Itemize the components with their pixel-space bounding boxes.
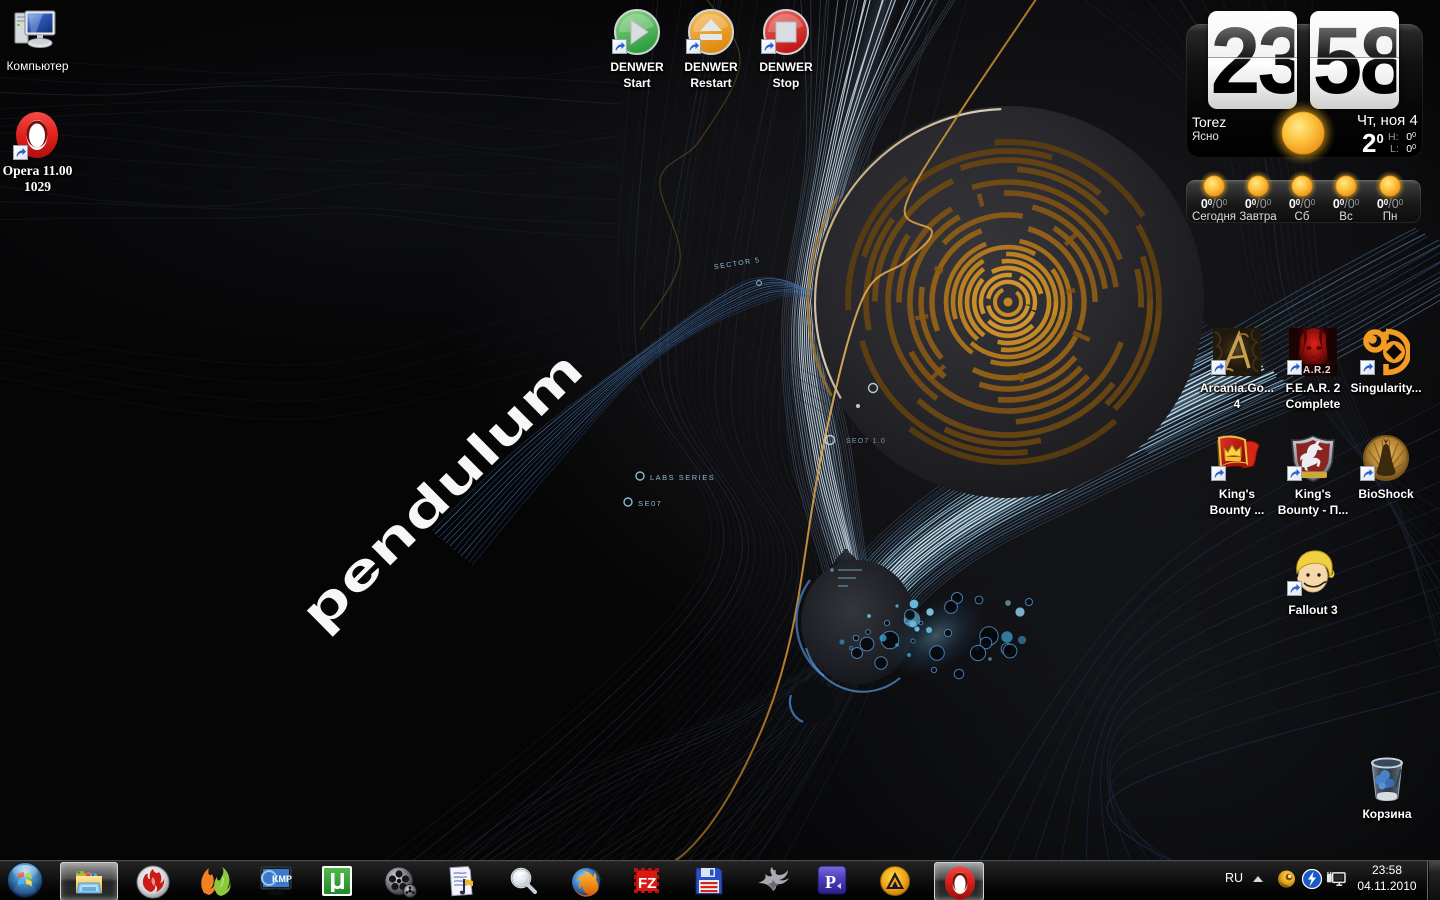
svg-text:LABS SERIES: LABS SERIES [650,473,715,482]
svg-text:A.R.2: A.R.2 [1303,365,1331,376]
svg-text:SEO7 1.0: SEO7 1.0 [846,438,886,445]
svg-text:SE07: SE07 [638,499,662,508]
svg-text:FZ: FZ [638,875,656,892]
svg-text:KMP: KMP [272,874,292,884]
svg-text:P: P [825,872,836,892]
